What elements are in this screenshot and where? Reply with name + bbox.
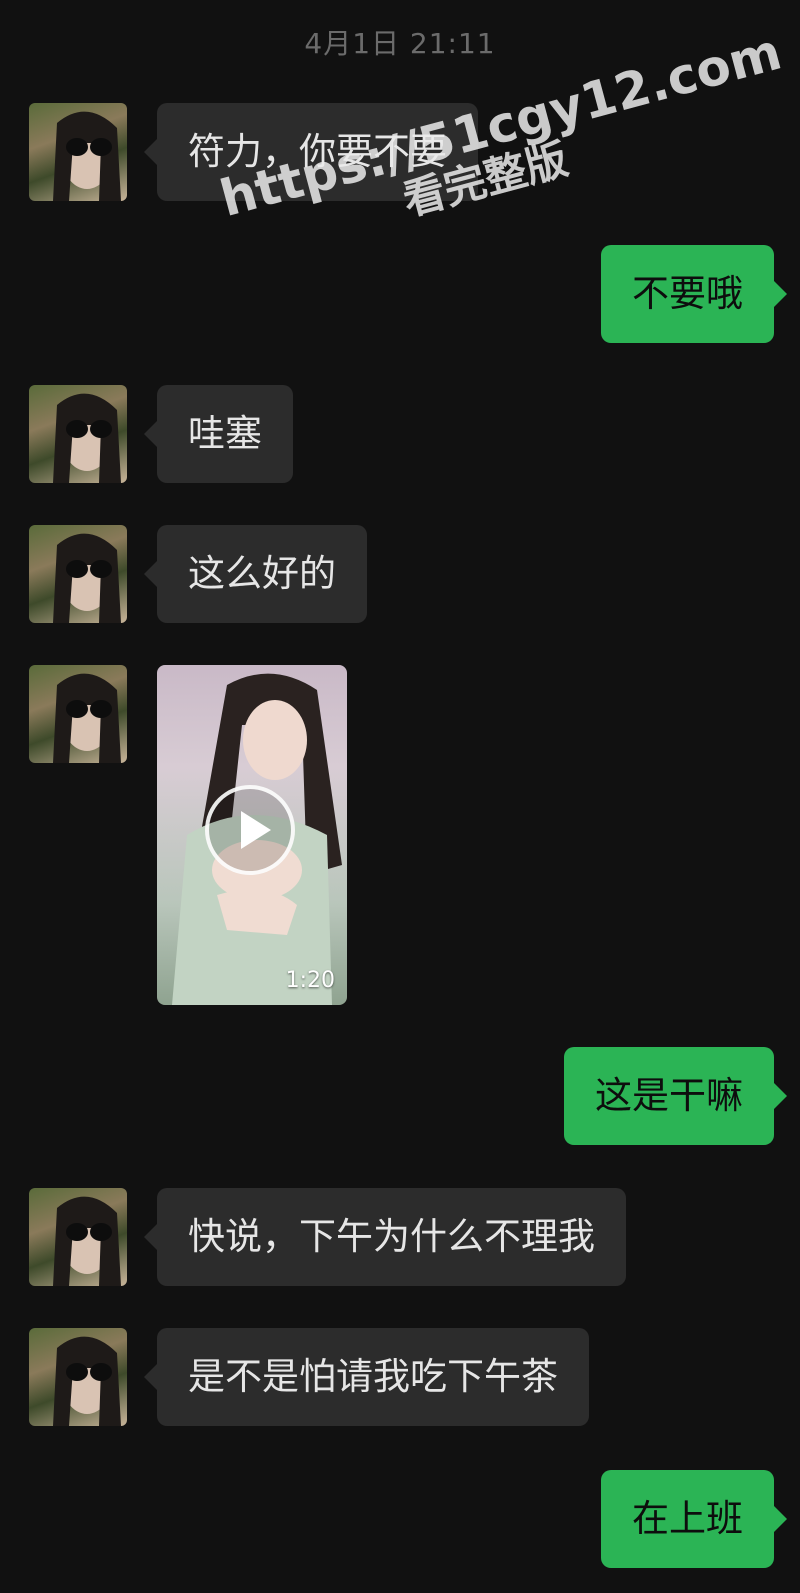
incoming-message[interactable]: 符力，你要不要 xyxy=(144,103,478,201)
play-icon[interactable] xyxy=(205,785,295,875)
incoming-message[interactable]: 哇塞 xyxy=(144,385,293,483)
video-duration: 1:20 xyxy=(285,968,335,993)
incoming-message[interactable]: 是不是怕请我吃下午茶 xyxy=(144,1328,589,1426)
incoming-message[interactable]: 这么好的 xyxy=(144,525,367,623)
incoming-message[interactable]: 快说，下午为什么不理我 xyxy=(144,1188,626,1286)
contact-avatar[interactable] xyxy=(29,1188,127,1286)
contact-avatar[interactable] xyxy=(29,103,127,201)
contact-avatar[interactable] xyxy=(29,525,127,623)
contact-avatar[interactable] xyxy=(29,1328,127,1426)
contact-avatar[interactable] xyxy=(29,665,127,763)
chat-timestamp: 4月1日 21:11 xyxy=(304,27,496,60)
video-message[interactable]: 1:20 xyxy=(157,665,347,1005)
outgoing-message[interactable]: 不要哦 xyxy=(601,245,787,343)
outgoing-message[interactable]: 在上班 xyxy=(601,1470,787,1568)
outgoing-message[interactable]: 这是干嘛 xyxy=(564,1047,787,1145)
contact-avatar[interactable] xyxy=(29,385,127,483)
